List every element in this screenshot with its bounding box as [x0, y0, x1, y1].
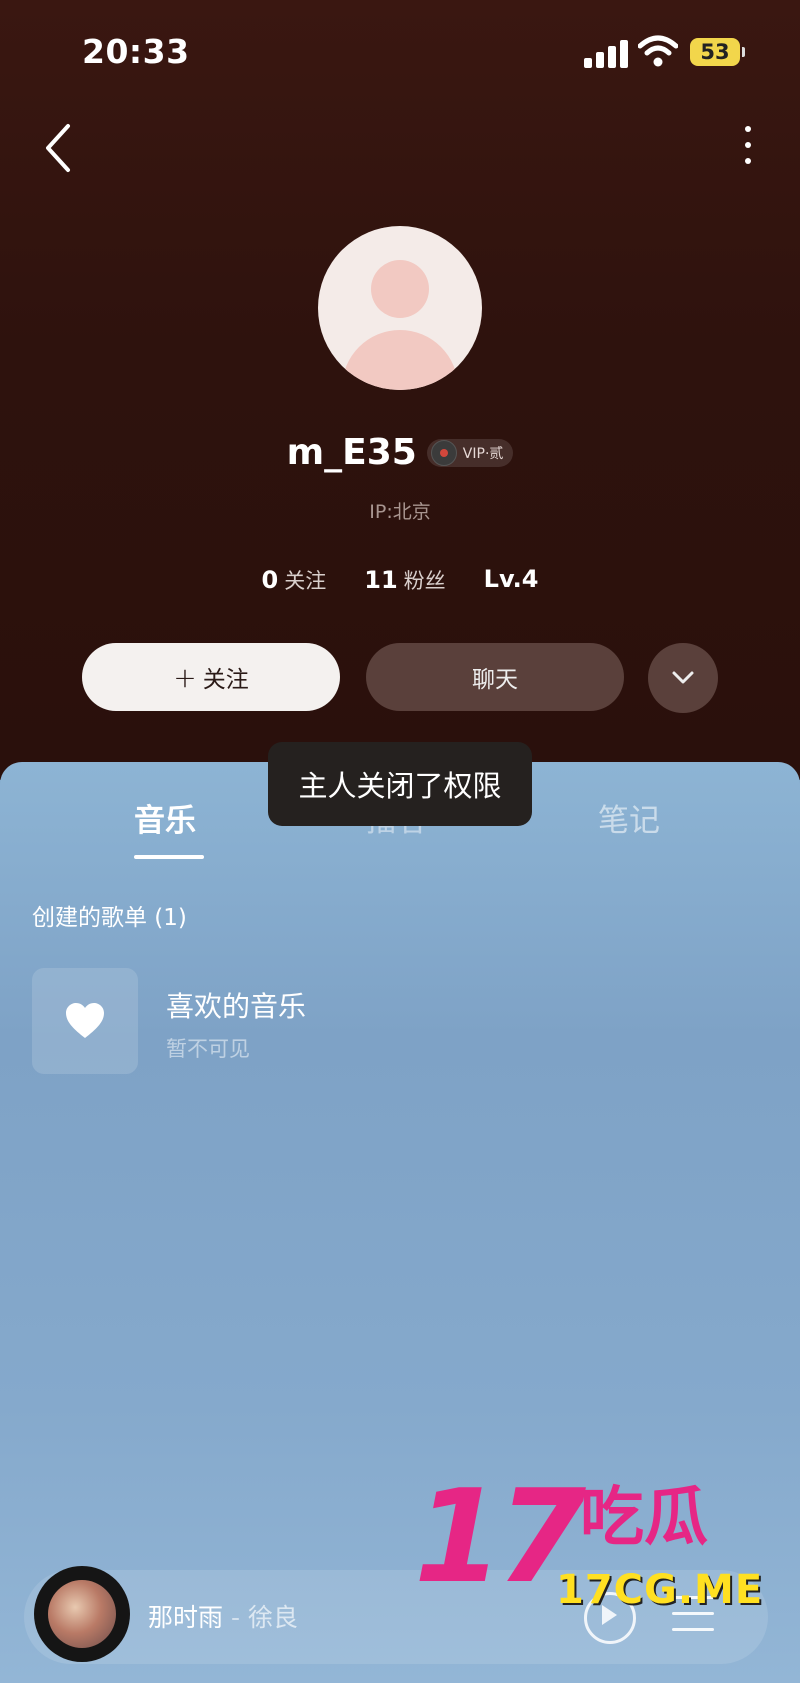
following-stat[interactable]: 0 关注 — [262, 565, 327, 595]
active-tab-indicator — [134, 855, 204, 859]
avatar-body-shape — [342, 330, 458, 390]
playlist-cover[interactable] — [32, 968, 138, 1074]
tab-music[interactable]: 音乐 — [134, 795, 196, 840]
now-playing-text[interactable]: 那时雨 - 徐良 — [148, 1598, 298, 1634]
follow-button-label: 关注 — [202, 667, 249, 693]
wifi-icon — [638, 35, 678, 67]
followers-label: 粉丝 — [403, 569, 446, 593]
song-artist-separator: - — [231, 1603, 241, 1632]
follow-button[interactable]: + 关注 — [82, 643, 340, 711]
more-options-icon[interactable] — [738, 126, 758, 174]
chevron-down-icon — [672, 671, 694, 684]
signal-icon — [584, 40, 628, 68]
created-playlists-title: 创建的歌单 (1) — [32, 905, 187, 931]
level: Lv.4 — [483, 565, 539, 593]
playlist-visibility: 暂不可见 — [166, 1037, 250, 1061]
expand-recommendations-button[interactable] — [648, 643, 718, 713]
chat-button[interactable]: 聊天 — [366, 643, 624, 711]
permission-toast: 主人关闭了权限 — [268, 742, 532, 826]
vip-badge-label: VIP·贰 — [462, 445, 504, 462]
avatar-head-shape — [371, 260, 429, 318]
followers-stat[interactable]: 11 粉丝 — [364, 565, 445, 595]
avatar[interactable] — [318, 226, 482, 390]
plus-icon: + — [173, 660, 197, 694]
watermark-url: 17CG.ME — [556, 1567, 764, 1613]
tab-notes[interactable]: 笔记 — [598, 795, 660, 840]
back-arrow-icon[interactable] — [38, 118, 78, 178]
playlist-title[interactable]: 喜欢的音乐 — [166, 985, 306, 1025]
profile-stats: 0 关注 11 粉丝 Lv.4 — [0, 565, 800, 595]
battery-indicator: 53 — [690, 38, 740, 66]
heart-icon — [66, 1003, 104, 1038]
followers-count: 11 — [364, 566, 398, 594]
username-row: m_E35 VIP·贰 — [0, 432, 800, 473]
vinyl-disc-icon — [430, 439, 457, 466]
battery-tip — [742, 47, 745, 57]
album-art — [48, 1580, 116, 1648]
song-title: 那时雨 — [148, 1603, 224, 1632]
status-time: 20:33 — [82, 32, 190, 71]
level-stat: Lv.4 — [484, 565, 539, 595]
following-label: 关注 — [284, 569, 327, 593]
username: m_E35 — [286, 432, 417, 473]
following-count: 0 — [261, 566, 279, 594]
vip-badge[interactable]: VIP·贰 — [426, 438, 514, 467]
watermark-chinese: 吃瓜 — [580, 1481, 708, 1555]
album-disc[interactable] — [34, 1566, 130, 1662]
artist-name: 徐良 — [248, 1603, 299, 1632]
ip-location: IP:北京 — [369, 501, 431, 523]
chat-button-label: 聊天 — [472, 667, 518, 693]
